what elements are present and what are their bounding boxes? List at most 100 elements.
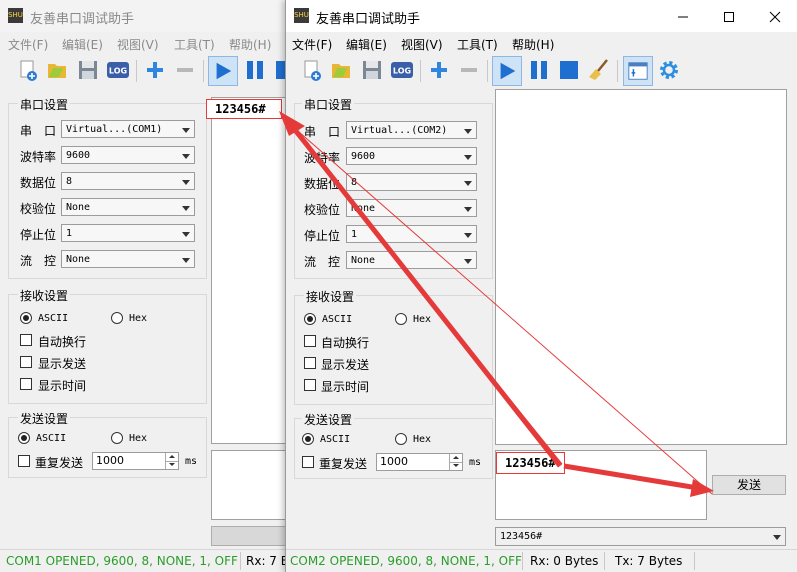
repeat-send-checkbox[interactable]: [18, 455, 30, 467]
baud-select[interactable]: 9600: [61, 146, 195, 164]
recv-hex-radio[interactable]: [395, 313, 407, 325]
status-bar: COM2 OPENED, 9600, 8, NONE, 1, OFF Rx: 0…: [286, 549, 797, 572]
send-button[interactable]: 发送: [712, 475, 786, 495]
auto-newline-label: 自动换行: [321, 336, 370, 350]
recv-hex-label: Hex: [129, 313, 148, 324]
show-time-label: 显示时间: [321, 380, 370, 394]
parity-select[interactable]: None: [346, 199, 477, 217]
plus-icon[interactable]: [143, 58, 167, 82]
send-ascii-radio[interactable]: [302, 433, 314, 445]
group-title-receive: 接收设置: [304, 288, 357, 305]
databits-select[interactable]: 8: [61, 172, 195, 190]
receive-area[interactable]: [211, 97, 290, 444]
pause-icon[interactable]: [527, 58, 551, 82]
flow-select[interactable]: None: [346, 251, 477, 269]
open-icon[interactable]: [329, 58, 353, 82]
plus-icon[interactable]: [427, 58, 451, 82]
minus-icon[interactable]: [173, 58, 197, 82]
save-icon[interactable]: [76, 58, 100, 82]
menu-edit[interactable]: 编辑(E): [62, 36, 103, 53]
auto-newline-checkbox[interactable]: [304, 335, 316, 347]
send-ascii-radio[interactable]: [18, 432, 30, 444]
repeat-interval-input[interactable]: 1000: [376, 453, 463, 471]
new-icon[interactable]: [16, 58, 40, 82]
flow-select[interactable]: None: [61, 250, 195, 268]
close-button[interactable]: [752, 0, 797, 32]
receive-area[interactable]: [495, 89, 787, 445]
play-icon: [216, 62, 232, 80]
gear-icon[interactable]: [657, 58, 681, 82]
title-bar[interactable]: SHU 友善串口调试助手: [286, 0, 797, 32]
recv-ascii-radio[interactable]: [20, 312, 32, 324]
window-icon: [628, 62, 648, 80]
send-ascii-label: ASCII: [36, 433, 67, 444]
label-databits: 数据位: [304, 177, 341, 191]
menu-help[interactable]: 帮助(H): [512, 36, 554, 53]
group-title-serial: 串口设置: [18, 96, 71, 113]
window-button[interactable]: [623, 56, 653, 86]
label-parity: 校验位: [20, 202, 57, 216]
show-send-label: 显示发送: [321, 358, 370, 372]
stopbits-select[interactable]: 1: [346, 225, 477, 243]
repeat-interval-input[interactable]: 1000: [92, 452, 179, 470]
toolbar: LOG: [286, 54, 797, 88]
window-com1: SHU 友善串口调试助手 文件(F) 编辑(E) 视图(V) 工具(T) 帮助(…: [0, 0, 291, 572]
show-send-label: 显示发送: [38, 357, 87, 371]
show-time-label: 显示时间: [38, 379, 87, 393]
repeat-send-label: 重复发送: [319, 457, 368, 471]
recv-ascii-radio[interactable]: [304, 313, 316, 325]
title-bar[interactable]: SHU 友善串口调试助手: [0, 0, 290, 32]
recv-hex-radio[interactable]: [111, 312, 123, 324]
status-port: COM2 OPENED, 9600, 8, NONE, 1, OFF: [290, 554, 522, 568]
log-icon[interactable]: LOG: [106, 58, 130, 82]
parity-select[interactable]: None: [61, 198, 195, 216]
show-send-checkbox[interactable]: [20, 356, 32, 368]
send-hex-radio[interactable]: [395, 433, 407, 445]
menu-view[interactable]: 视图(V): [401, 36, 443, 53]
menu-tools[interactable]: 工具(T): [457, 36, 498, 53]
show-time-checkbox[interactable]: [304, 379, 316, 391]
label-baud: 波特率: [304, 151, 341, 165]
label-port: 串 口: [304, 125, 341, 139]
repeat-send-checkbox[interactable]: [302, 456, 314, 468]
status-separator: [522, 552, 523, 570]
show-send-checkbox[interactable]: [304, 357, 316, 369]
maximize-button[interactable]: [706, 0, 752, 32]
menu-view[interactable]: 视图(V): [117, 36, 159, 53]
play-button[interactable]: [208, 56, 238, 86]
menu-tools[interactable]: 工具(T): [174, 36, 215, 53]
log-icon[interactable]: LOG: [390, 58, 414, 82]
port-select[interactable]: Virtual...(COM1): [61, 120, 195, 138]
play-button[interactable]: [492, 56, 522, 86]
baud-select[interactable]: 9600: [346, 147, 477, 165]
menu-edit[interactable]: 编辑(E): [346, 36, 387, 53]
stopbits-select[interactable]: 1: [61, 224, 195, 242]
broom-icon[interactable]: [587, 58, 611, 82]
send-ascii-label: ASCII: [320, 434, 351, 445]
recv-ascii-label: ASCII: [322, 314, 353, 325]
send-hex-radio[interactable]: [111, 432, 123, 444]
minimize-button[interactable]: [660, 0, 706, 32]
label-parity: 校验位: [304, 203, 341, 217]
maximize-icon: [724, 11, 734, 22]
send-hex-label: Hex: [413, 434, 432, 445]
auto-newline-checkbox[interactable]: [20, 334, 32, 346]
menu-file[interactable]: 文件(F): [292, 36, 332, 53]
show-time-checkbox[interactable]: [20, 378, 32, 390]
new-icon[interactable]: [300, 58, 324, 82]
port-select[interactable]: Virtual...(COM2): [346, 121, 477, 139]
minus-icon[interactable]: [457, 58, 481, 82]
stop-icon[interactable]: [557, 58, 581, 82]
pause-icon[interactable]: [243, 58, 267, 82]
open-icon[interactable]: [45, 58, 69, 82]
history-select[interactable]: 123456#: [495, 527, 786, 546]
toolbar-separator: [487, 60, 488, 82]
history-select[interactable]: [211, 526, 290, 546]
received-text-highlight: 123456#: [206, 99, 282, 119]
databits-select[interactable]: 8: [346, 173, 477, 191]
status-bar: COM1 OPENED, 9600, 8, NONE, 1, OFF Rx: 7…: [0, 549, 290, 572]
menu-help[interactable]: 帮助(H): [229, 36, 271, 53]
menu-file[interactable]: 文件(F): [8, 36, 48, 53]
send-area[interactable]: [211, 450, 290, 520]
save-icon[interactable]: [360, 58, 384, 82]
